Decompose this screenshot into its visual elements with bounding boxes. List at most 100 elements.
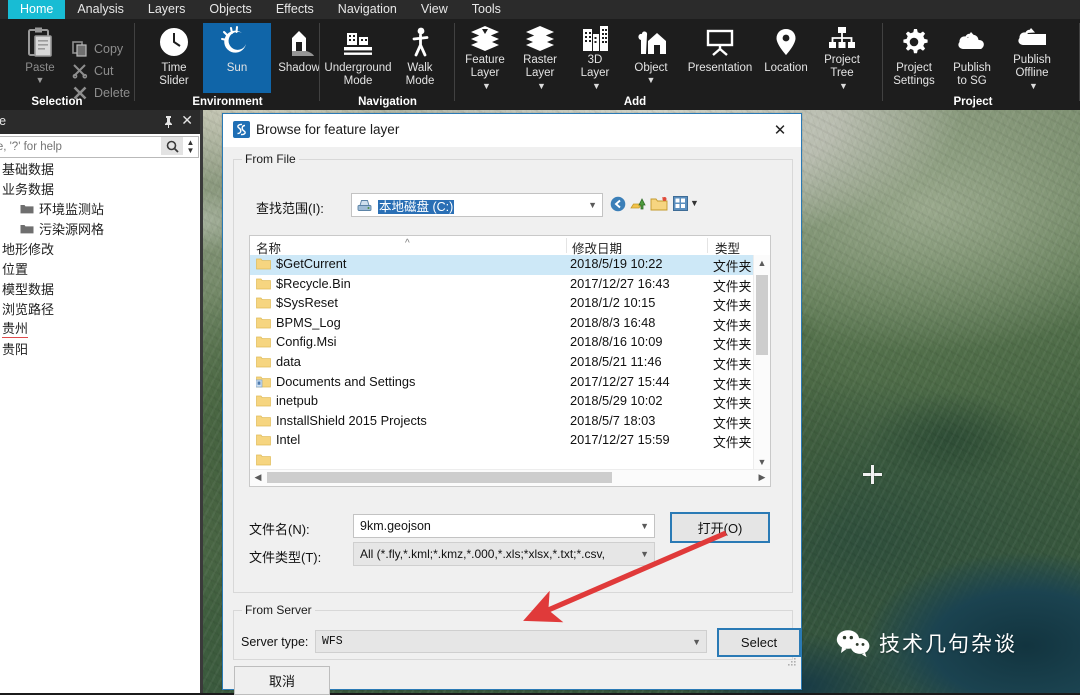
look-in-combo[interactable]: 本地磁盘 (C:) ▼ — [351, 193, 603, 217]
file-name-cell: BPMS_Log — [276, 314, 341, 330]
resize-grip-icon[interactable] — [787, 657, 797, 667]
ribbon-item-copy[interactable]: Copy — [72, 39, 123, 59]
scrollbar-thumb[interactable] — [756, 275, 768, 355]
ribbon-item-sun[interactable]: Sun — [203, 23, 271, 93]
ribbon-body: Paste ▼ Copy Cut Delete Selection Time S… — [0, 19, 1080, 110]
ribbon-item-label: Paste — [25, 62, 55, 74]
select-button[interactable]: Select — [717, 628, 801, 657]
views-button[interactable]: ▼ — [673, 196, 699, 211]
file-row[interactable]: $GetCurrent 2018/5/19 10:22 文件夹 — [250, 255, 754, 275]
file-row[interactable]: data 2018/5/21 11:46 文件夹 — [250, 353, 754, 373]
chevron-down-icon[interactable]: ▼ — [187, 147, 195, 155]
chevron-down-icon[interactable]: ▼ — [692, 637, 701, 647]
file-row[interactable]: Intel 2017/12/27 15:59 文件夹 — [250, 431, 754, 451]
chevron-down-icon[interactable]: ▼ — [640, 549, 649, 559]
ribbon-tab-effects[interactable]: Effects — [264, 0, 326, 19]
search-spinner-buttons[interactable]: ▲ ▼ — [183, 136, 199, 158]
server-type-combo[interactable]: WFS ▼ — [315, 630, 707, 653]
file-list-vertical-scrollbar[interactable]: ▲ ▼ — [753, 255, 770, 470]
up-one-level-button[interactable] — [630, 196, 646, 212]
server-type-value: WFS — [322, 635, 343, 648]
ribbon-group-title: Selection — [31, 96, 83, 108]
tree-item[interactable]: 业务数据 — [0, 178, 200, 198]
chevron-down-icon[interactable]: ▼ — [640, 521, 649, 531]
ribbon-item-project-settings[interactable]: Project Settings — [883, 23, 945, 93]
tree-item[interactable]: 位置 — [0, 258, 200, 278]
file-row[interactable]: inetpub 2018/5/29 10:02 文件夹 — [250, 392, 754, 412]
pin-icon[interactable] — [163, 115, 174, 128]
tree-item[interactable]: 浏览路径 — [0, 298, 200, 318]
search-input[interactable] — [0, 138, 143, 156]
ribbon-tab-home[interactable]: Home — [8, 0, 66, 19]
tree-item[interactable]: 地形修改 — [0, 238, 200, 258]
close-icon[interactable]: ✕ — [181, 113, 193, 127]
file-name-label: 文件名(N): — [249, 522, 310, 537]
search-icon[interactable] — [161, 137, 183, 155]
dialog-title-bar[interactable]: Browse for feature layer ✕ — [223, 114, 801, 147]
column-divider[interactable] — [566, 238, 567, 253]
scroll-left-icon[interactable]: ◀ — [250, 470, 266, 485]
ribbon-item-publish-to-sg[interactable]: Publish to SG — [943, 23, 1001, 93]
file-row[interactable] — [250, 451, 754, 470]
file-name-combo[interactable]: 9km.geojson ▼ — [353, 514, 655, 538]
scroll-down-icon[interactable]: ▼ — [754, 454, 770, 470]
file-row[interactable]: InstallShield 2015 Projects 2018/5/7 18:0… — [250, 412, 754, 432]
file-list-header[interactable]: 名称 ^ 修改日期 类型 — [250, 236, 770, 256]
file-type-combo[interactable]: All (*.fly,*.kml;*.kmz,*.000,*.xls;*xlsx… — [353, 542, 655, 566]
ribbon-tab-tools[interactable]: Tools — [460, 0, 513, 19]
ribbon-tab-objects[interactable]: Objects — [197, 0, 263, 19]
ribbon-item-time-slider[interactable]: Time Slider — [140, 23, 208, 93]
tree-item[interactable]: 模型数据 — [0, 278, 200, 298]
file-row[interactable]: $SysReset 2018/1/2 10:15 文件夹 — [250, 294, 754, 314]
file-name-value[interactable]: 9km.geojson — [354, 519, 431, 533]
back-button[interactable] — [610, 196, 626, 212]
close-icon[interactable]: ✕ — [759, 114, 801, 145]
folder-icon — [256, 257, 271, 270]
gear-icon — [898, 23, 930, 61]
ribbon-item-project-tree[interactable]: Project Tree ▼ — [811, 23, 873, 93]
ribbon-item-publish-offline[interactable]: Publish Offline ▼ — [1001, 23, 1063, 93]
file-list[interactable]: 名称 ^ 修改日期 类型 $GetCurrent 2018/5/19 10:22 文… — [249, 235, 771, 487]
ribbon-tab-layers[interactable]: Layers — [136, 0, 198, 19]
tree-item[interactable]: 基础数据 — [0, 158, 200, 178]
scroll-up-icon[interactable]: ▲ — [754, 255, 770, 271]
file-type-cell: 文件夹 — [713, 376, 752, 392]
scrollbar-thumb[interactable] — [267, 472, 612, 483]
tree-item[interactable]: 贵州 — [0, 318, 200, 338]
ribbon-tab-view[interactable]: View — [409, 0, 460, 19]
open-button[interactable]: 打开(O) — [670, 512, 770, 543]
chevron-down-icon[interactable]: ▼ — [588, 200, 597, 210]
ribbon-item-location[interactable]: Location — [757, 23, 815, 93]
tree-item[interactable]: 污染源网格 — [0, 218, 200, 238]
file-list-horizontal-scrollbar[interactable]: ◀ ▶ — [250, 469, 770, 486]
ribbon-item-object[interactable]: Object ▼ — [623, 23, 679, 93]
ribbon-item-label: Project Tree ▼ — [824, 54, 860, 91]
file-row[interactable]: Documents and Settings 2017/12/27 15:44 文件… — [250, 373, 754, 393]
ribbon-item-underground-mode[interactable]: Underground Mode — [322, 23, 394, 93]
chevron-down-icon[interactable]: ▼ — [647, 76, 656, 85]
ribbon-item-paste[interactable]: Paste ▼ — [12, 23, 68, 93]
ribbon-tab-navigation[interactable]: Navigation — [326, 0, 409, 19]
drive-icon — [352, 198, 372, 212]
new-folder-button[interactable] — [650, 196, 668, 212]
tree-item[interactable]: 贵阳 — [0, 338, 200, 358]
ribbon-tab-analysis[interactable]: Analysis — [65, 0, 136, 19]
ribbon-item-raster-layer[interactable]: Raster Layer ▼ — [511, 23, 569, 93]
file-row[interactable]: Config.Msi 2018/8/16 10:09 文件夹 — [250, 333, 754, 353]
ribbon-item-feature-layer[interactable]: Feature Layer ▼ — [455, 23, 515, 93]
ribbon-item-cut[interactable]: Cut — [72, 61, 113, 81]
ribbon-item-3d-layer[interactable]: 3D Layer ▼ — [567, 23, 623, 93]
tree-item[interactable]: 环境监测站 — [0, 198, 200, 218]
chevron-down-icon[interactable]: ▼ — [690, 199, 699, 208]
column-divider[interactable] — [707, 238, 708, 253]
ribbon-item-presentation[interactable]: Presentation — [679, 23, 761, 93]
cancel-button[interactable]: 取消 — [234, 666, 330, 695]
chevron-down-icon[interactable]: ▼ — [36, 76, 45, 85]
publish-offline-icon — [1015, 23, 1049, 53]
ribbon-item-walk-mode[interactable]: Walk Mode — [390, 23, 450, 93]
scroll-right-icon[interactable]: ▶ — [754, 470, 770, 485]
folder-icon — [256, 296, 271, 309]
file-row[interactable]: $Recycle.Bin 2017/12/27 16:43 文件夹 — [250, 275, 754, 295]
search-box[interactable] — [0, 136, 184, 158]
file-row[interactable]: BPMS_Log 2018/8/3 16:48 文件夹 — [250, 314, 754, 334]
